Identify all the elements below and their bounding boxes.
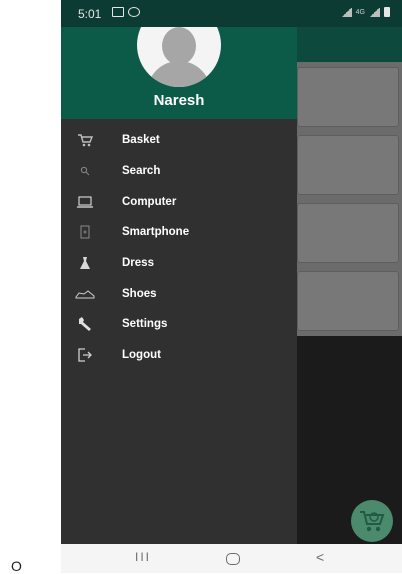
data-icon: 4G [355, 8, 365, 16]
status-bar: 5:01 4G [61, 0, 402, 27]
cart-icon [360, 511, 385, 532]
navigation-drawer: Naresh Basket Search Computer Smartphone… [61, 27, 297, 544]
battery-icon [384, 7, 390, 17]
background-card [297, 203, 399, 263]
whatsapp-icon [128, 7, 140, 17]
drawer-item-label: Dress [122, 257, 154, 270]
recent-apps-button[interactable]: III [135, 550, 151, 564]
user-name: Naresh [153, 92, 205, 109]
home-button[interactable] [226, 553, 240, 565]
system-nav-bar: III < [61, 544, 402, 573]
smartphone-icon [75, 222, 95, 242]
gallery-icon [112, 7, 124, 17]
phone-screen: 5:01 4G Naresh Basket Search Computer Sm… [61, 0, 402, 573]
drawer-item-shoes[interactable]: Shoes [61, 278, 297, 309]
drawer-item-computer[interactable]: Computer [61, 186, 297, 217]
background-card [297, 135, 399, 195]
cart-fab[interactable] [351, 500, 393, 542]
drawer-item-label: Settings [122, 318, 168, 331]
dress-icon [75, 253, 95, 273]
drawer-header: Naresh [61, 27, 297, 119]
background-card [297, 271, 399, 331]
back-button[interactable]: < [316, 549, 324, 565]
drawer-item-logout[interactable]: Logout [61, 340, 297, 371]
basket-icon [75, 130, 95, 150]
background-card [297, 67, 399, 127]
shoe-icon [75, 284, 95, 304]
avatar[interactable] [137, 27, 221, 87]
drawer-item-label: Smartphone [122, 226, 190, 239]
search-icon [75, 161, 95, 181]
drawer-item-settings[interactable]: Settings [61, 309, 297, 340]
signal-icon [369, 7, 380, 17]
drawer-menu: Basket Search Computer Smartphone Dress … [61, 125, 297, 371]
signal-icon [340, 7, 352, 17]
drawer-item-label: Basket [122, 134, 160, 147]
wrench-icon [75, 314, 95, 334]
drawer-item-dress[interactable]: Dress [61, 248, 297, 279]
status-time: 5:01 [78, 7, 102, 21]
logout-icon [75, 345, 95, 365]
drawer-item-search[interactable]: Search [61, 156, 297, 187]
drawer-item-label: Search [122, 165, 161, 178]
drawer-item-smartphone[interactable]: Smartphone [61, 217, 297, 248]
drawer-item-label: Logout [122, 349, 161, 362]
drawer-item-label: Shoes [122, 287, 157, 300]
drawer-item-label: Computer [122, 195, 177, 208]
outside-mark: O [11, 558, 22, 574]
drawer-item-basket[interactable]: Basket [61, 125, 297, 156]
laptop-icon [75, 192, 95, 212]
